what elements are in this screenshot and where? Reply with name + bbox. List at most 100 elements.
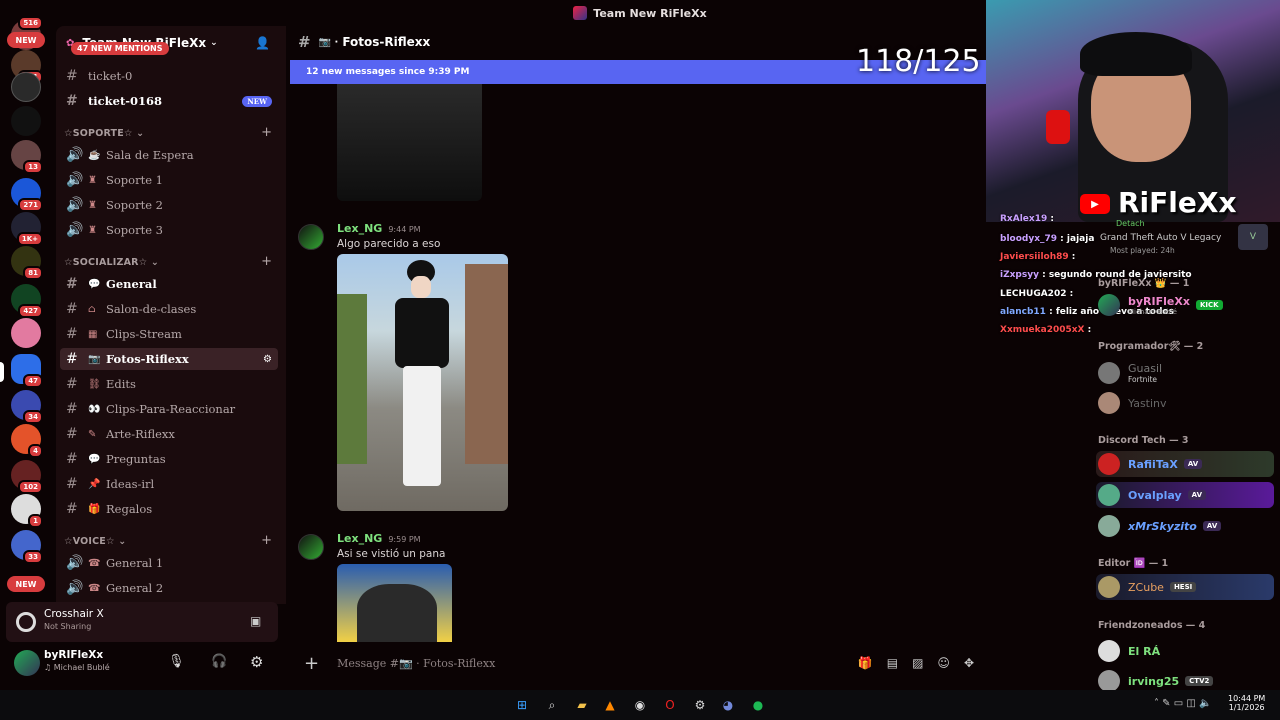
server-icon[interactable]: 271	[11, 178, 43, 212]
server-icon[interactable]: 1	[11, 494, 43, 528]
channel-label: Arte-Riflexx	[106, 427, 175, 441]
add-attachment-icon[interactable]: +	[304, 653, 319, 674]
server-icon[interactable]: 102	[11, 460, 43, 494]
server-rail: 516 NEW 121 13 271 1K+ 81 427 47 34 4 10…	[0, 16, 54, 698]
add-channel-icon[interactable]: +	[261, 125, 272, 140]
member-status: Fortnite	[1128, 375, 1158, 384]
opera-icon[interactable]: O	[662, 697, 678, 713]
server-icon[interactable]: 1K+	[11, 212, 43, 246]
new-mentions-pill[interactable]: 47 NEW MENTIONS	[71, 42, 169, 55]
overlay-chat-line: Javiersiiloh89 :	[1000, 252, 1076, 262]
member-row[interactable]: El RÁ	[1096, 638, 1274, 664]
gift-icon[interactable]: 🎁	[858, 656, 873, 670]
member-name: Yastinv	[1128, 396, 1167, 410]
screen-share-icon[interactable]: ▣	[250, 614, 261, 628]
obs-icon[interactable]: ◉	[632, 697, 648, 713]
server-icon[interactable]	[11, 106, 41, 136]
image-attachment[interactable]	[337, 84, 482, 201]
add-channel-icon[interactable]: +	[261, 533, 272, 548]
member-row[interactable]: byRIFleXx Michael Bublé KICK	[1096, 292, 1274, 318]
member-row[interactable]: Yastinv	[1096, 390, 1274, 416]
server-icon[interactable]	[11, 72, 41, 102]
member-row[interactable]: Ovalplay AV	[1096, 482, 1274, 508]
message-author[interactable]: Lex_NG 9:59 PM	[337, 532, 421, 545]
member-row[interactable]: Guasil Fortnite	[1096, 360, 1274, 386]
message-composer[interactable]: + Message #📷 · Fotos-Riflexx 🎁 ▤ ▨ ☺ ✥	[290, 646, 986, 680]
voice-channel[interactable]: 🔊 ♜ Soporte 1	[60, 169, 278, 191]
voice-channel[interactable]: 🔊 ☎ General 1	[60, 552, 278, 574]
category-soporte[interactable]: ☆SOPORTE☆ ⌄	[64, 128, 144, 139]
settings-gear-icon[interactable]: ⚙	[250, 653, 263, 671]
channel-clips-stream[interactable]: # ▦ Clips-Stream	[60, 323, 278, 345]
channel-label: ticket-0	[88, 69, 133, 83]
hash-icon: #	[66, 301, 78, 317]
member-name: RafiiTaX	[1128, 457, 1178, 471]
server-icon[interactable]: 427	[11, 284, 43, 318]
system-tray-icons[interactable]: ˄ ✎ ▭ ◫ 🔈	[1154, 698, 1211, 709]
sticker-icon[interactable]: ▨	[912, 656, 923, 670]
server-icon[interactable]: 33	[11, 530, 43, 564]
folder-icon[interactable]: ▰	[574, 697, 590, 713]
category-socializar[interactable]: ☆SOCIALIZAR☆ ⌄	[64, 257, 159, 268]
new-pill[interactable]: NEW	[7, 576, 45, 592]
avatar[interactable]	[298, 224, 324, 250]
voice-channel[interactable]: 🔊 ♜ Soporte 2	[60, 194, 278, 216]
channel-salon[interactable]: # ⌂ Salon-de-clases	[60, 298, 278, 320]
message-input[interactable]: Message #📷 · Fotos-Riflexx	[337, 657, 495, 670]
channel-regalos[interactable]: # 🎁 Regalos	[60, 498, 278, 520]
channel-general[interactable]: # 💬 General	[60, 273, 278, 295]
add-member-icon[interactable]: 👤	[255, 36, 270, 50]
app-icon[interactable]: ▲	[602, 697, 618, 713]
channel-ticket-0[interactable]: # ticket-0	[60, 65, 278, 87]
member-group-header: Discord Tech — 3	[1098, 435, 1189, 446]
channel-ideas[interactable]: # 📌 Ideas-irl	[60, 473, 278, 495]
server-icon[interactable]	[11, 318, 41, 348]
apps-icon[interactable]: ✥	[964, 656, 974, 670]
mic-icon[interactable]: 🎙	[168, 654, 185, 669]
channel-clips-reaccionar[interactable]: # 👀 Clips-Para-Reaccionar	[60, 398, 278, 420]
channel-emoji-icon: ♜	[88, 199, 97, 211]
clock[interactable]: 10:44 PM 1/1/2026	[1228, 694, 1265, 712]
voice-channel[interactable]: 🔊 ☕ Sala de Espera	[60, 144, 278, 166]
start-icon[interactable]: ⊞	[514, 697, 530, 713]
discord-icon[interactable]: ◕	[720, 697, 736, 713]
message-author[interactable]: Lex_NG 9:44 PM	[337, 222, 421, 235]
voice-channel[interactable]: 🔊 ☎ General 2	[60, 577, 278, 599]
activity-title: Crosshair X	[44, 608, 104, 620]
server-icon[interactable]: 34	[11, 390, 43, 424]
voice-channel[interactable]: 🔊 ♜ Soporte 3	[60, 219, 278, 241]
hash-icon: #	[66, 451, 78, 467]
headphones-icon[interactable]: 🎧	[211, 654, 227, 669]
image-attachment[interactable]	[337, 254, 508, 511]
channel-ticket-0168[interactable]: # ticket-0168 NEW	[60, 90, 278, 112]
avatar[interactable]	[298, 534, 324, 560]
server-icon[interactable]: 13	[11, 140, 43, 174]
steam-icon[interactable]: ⚙	[692, 697, 708, 713]
avatar[interactable]	[14, 650, 40, 676]
member-row[interactable]: ZCube HESI	[1096, 574, 1274, 600]
settings-gear-icon[interactable]: ⚙	[263, 354, 272, 365]
channel-arte[interactable]: # ✎ Arte-Riflexx	[60, 423, 278, 445]
add-channel-icon[interactable]: +	[261, 254, 272, 269]
spotify-icon[interactable]: ●	[750, 697, 766, 713]
member-row[interactable]: xMrSkyzito AV	[1096, 513, 1274, 539]
channel-preguntas[interactable]: # 💬 Preguntas	[60, 448, 278, 470]
unread-badge: 81	[23, 266, 43, 280]
server-icon[interactable]: 4	[11, 424, 43, 458]
member-row[interactable]: RafiiTaX AV	[1096, 451, 1274, 477]
building-shape	[465, 264, 508, 464]
member-group-header: Editor 🆔 — 1	[1098, 558, 1169, 569]
server-icon[interactable]: 81	[11, 246, 43, 280]
channel-fotos-riflexx[interactable]: # 📷 Fotos-Riflexx ⚙	[60, 348, 278, 370]
new-pill[interactable]: NEW	[7, 32, 45, 48]
server-icon[interactable]: 47	[11, 354, 43, 388]
category-voice[interactable]: ☆VOICE☆ ⌄	[64, 536, 126, 547]
avatar	[1098, 294, 1120, 316]
activity-panel[interactable]: Crosshair X Not Sharing ▣	[6, 602, 278, 642]
emoji-icon[interactable]: ☺	[937, 656, 950, 670]
image-attachment[interactable]	[337, 564, 452, 642]
gif-icon[interactable]: ▤	[887, 656, 898, 670]
search-icon[interactable]: ⌕	[544, 697, 560, 713]
channel-edits[interactable]: # ⛓ Edits	[60, 373, 278, 395]
channel-emoji-icon: ♜	[88, 174, 97, 186]
